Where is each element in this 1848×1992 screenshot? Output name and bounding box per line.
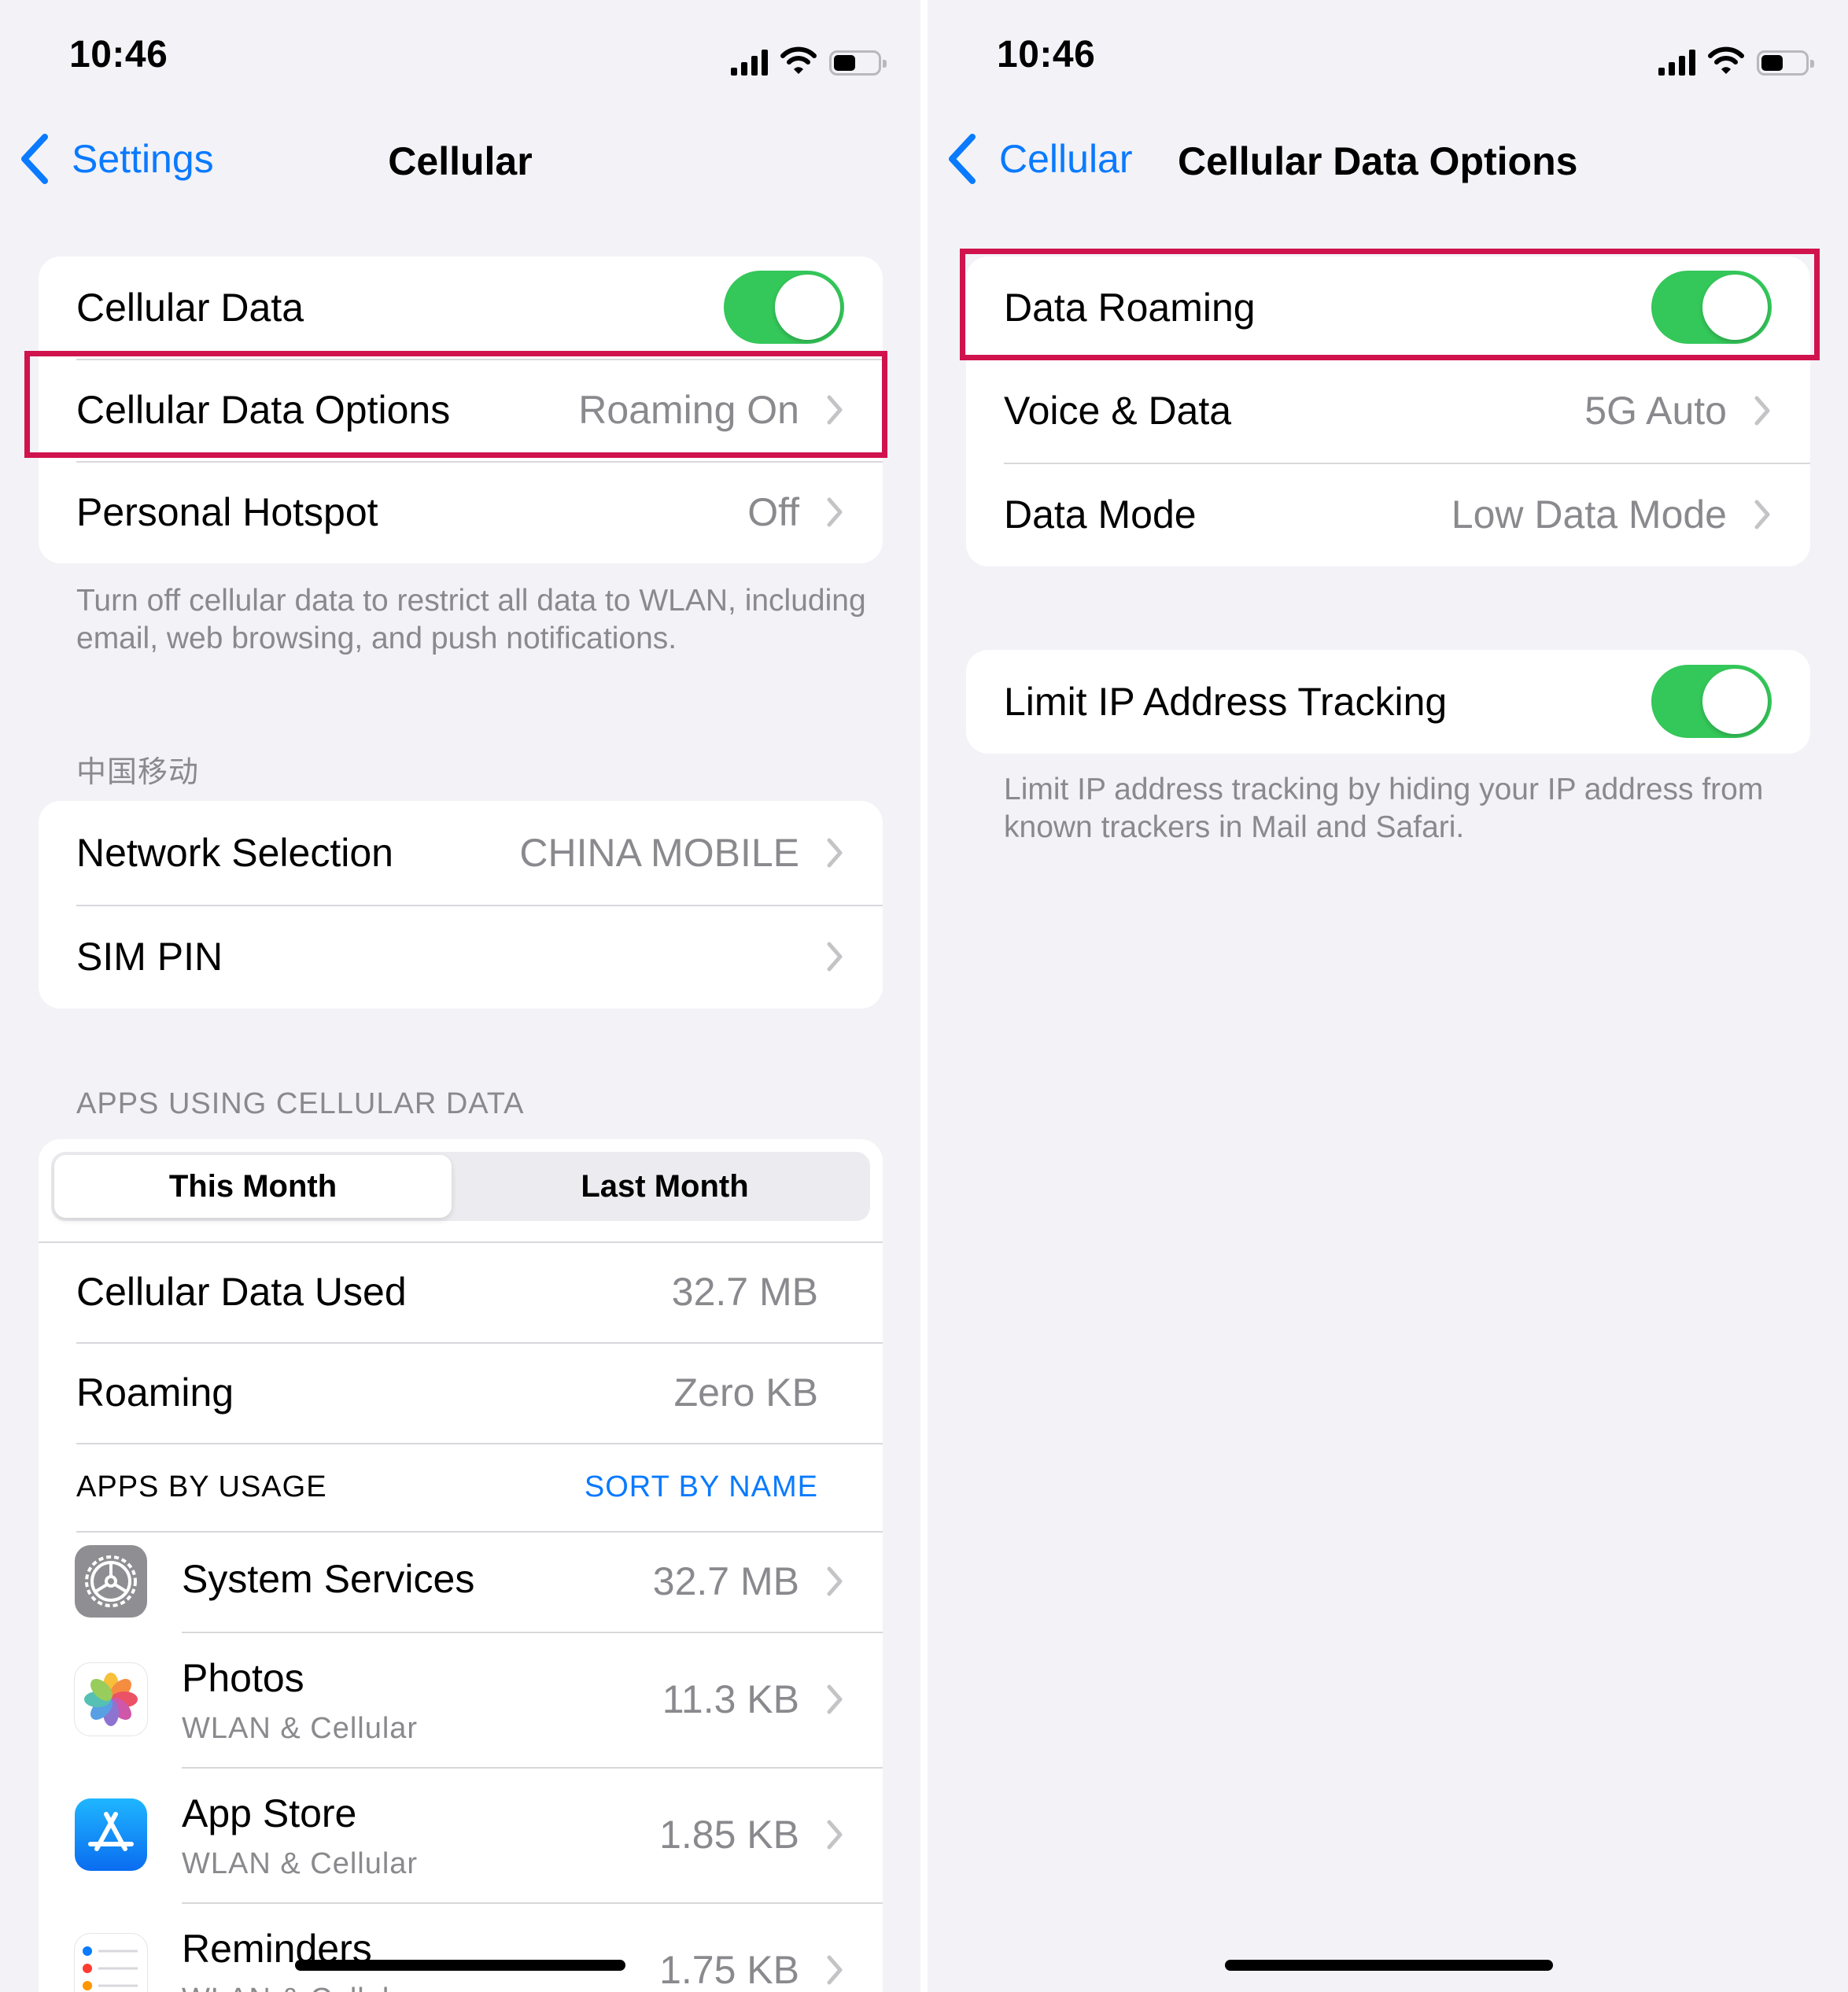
roaming-usage-row: Roaming Zero KB	[39, 1342, 883, 1443]
apps-by-usage-label: APPS BY USAGE	[76, 1470, 327, 1503]
chevron-right-icon	[827, 497, 843, 527]
back-button-cellular[interactable]: Cellular	[947, 134, 1133, 184]
month-segmented-control: This Month Last Month	[51, 1152, 870, 1221]
app-name: App Store	[182, 1791, 357, 1835]
status-time: 10:46	[997, 34, 1096, 76]
data-roaming-toggle[interactable]	[1651, 271, 1772, 344]
data-used-value: 32.7 MB	[671, 1270, 818, 1314]
network-group: Network Selection CHINA MOBILE SIM PIN	[39, 801, 883, 1009]
chevron-right-icon	[827, 1820, 843, 1850]
chevron-right-icon	[827, 1684, 843, 1714]
chevron-right-icon	[1754, 396, 1770, 426]
wifi-icon	[1708, 46, 1744, 74]
limit-ip-row: Limit IP Address Tracking	[966, 650, 1810, 754]
personal-hotspot-value: Off	[747, 490, 799, 534]
sort-by-name-button[interactable]: SORT BY NAME	[585, 1470, 818, 1504]
chevron-left-icon	[949, 134, 976, 184]
cellular-settings-screen: 10:46 Settings Cellular Cellular Data Ce…	[0, 0, 920, 1992]
cellular-data-used-row: Cellular Data Used 32.7 MB	[39, 1241, 883, 1342]
status-icons	[731, 42, 887, 76]
home-indicator[interactable]	[295, 1960, 625, 1971]
roaming-usage-label: Roaming	[76, 1370, 234, 1415]
app-usage-value: 32.7 MB	[652, 1559, 799, 1603]
data-options-group: Data Roaming Voice & Data 5G Auto Data M…	[966, 256, 1810, 566]
data-used-label: Cellular Data Used	[76, 1270, 407, 1314]
apps-using-cellular-header: APPS USING CELLULAR DATA	[76, 1087, 525, 1120]
cellular-signal-icon	[731, 49, 768, 76]
cellular-data-options-value: Roaming On	[578, 388, 799, 432]
privacy-group: Limit IP Address Tracking	[966, 650, 1810, 754]
network-selection-label: Network Selection	[76, 831, 393, 875]
chevron-right-icon	[1754, 500, 1770, 529]
network-selection-row[interactable]: Network Selection CHINA MOBILE	[39, 801, 883, 905]
reminders-icon	[75, 1934, 147, 1992]
chevron-right-icon	[827, 395, 843, 425]
chevron-right-icon	[827, 942, 843, 972]
cellular-data-options-label: Cellular Data Options	[76, 388, 451, 432]
apps-by-usage-row: APPS BY USAGE SORT BY NAME	[39, 1443, 883, 1531]
tab-this-month[interactable]: This Month	[54, 1155, 452, 1218]
battery-icon	[1757, 50, 1814, 76]
network-selection-value: CHINA MOBILE	[519, 831, 799, 875]
app-usage-value: 1.75 KB	[659, 1948, 799, 1992]
cellular-data-options-row[interactable]: Cellular Data Options Roaming On	[39, 359, 883, 461]
voice-data-row[interactable]: Voice & Data 5G Auto	[966, 359, 1810, 463]
cellular-signal-icon	[1658, 49, 1695, 76]
photos-icon	[75, 1663, 147, 1736]
app-name: System Services	[182, 1557, 475, 1601]
app-row-app-store[interactable]: App Store WLAN & Cellular 1.85 KB	[39, 1767, 883, 1902]
back-label: Cellular	[999, 137, 1133, 181]
app-usage-value: 1.85 KB	[659, 1813, 799, 1857]
chevron-right-icon	[827, 1566, 843, 1596]
chevron-right-icon	[827, 1955, 843, 1985]
chevron-right-icon	[827, 838, 843, 868]
cellular-data-row: Cellular Data	[39, 256, 883, 359]
limit-ip-toggle[interactable]	[1651, 665, 1772, 738]
carrier-header: 中国移动	[76, 756, 200, 789]
cellular-main-group: Cellular Data Cellular Data Options Roam…	[39, 256, 883, 563]
home-indicator[interactable]	[1225, 1960, 1553, 1971]
page-title: Cellular Data Options	[1178, 139, 1578, 183]
app-subtitle: WLAN & Cellular	[182, 1712, 419, 1745]
app-row-photos[interactable]: Photos WLAN & Cellular 11.3 KB	[39, 1632, 883, 1767]
gear-icon	[75, 1545, 147, 1618]
data-mode-value: Low Data Mode	[1451, 492, 1727, 537]
tab-last-month[interactable]: Last Month	[464, 1155, 865, 1218]
sim-pin-row[interactable]: SIM PIN	[39, 905, 883, 1009]
app-row-reminders[interactable]: Reminders WLAN & Cellular 1.75 KB	[39, 1902, 883, 1992]
app-usage-group: This Month Last Month Cellular Data Used…	[39, 1139, 883, 1992]
app-row-system-services[interactable]: System Services 32.7 MB	[39, 1531, 883, 1632]
personal-hotspot-label: Personal Hotspot	[76, 490, 378, 534]
cellular-data-label: Cellular Data	[76, 286, 304, 330]
data-roaming-row: Data Roaming	[966, 256, 1810, 359]
battery-icon	[829, 50, 887, 76]
page-title: Cellular	[388, 139, 533, 183]
data-mode-label: Data Mode	[1004, 492, 1197, 537]
app-name: Photos	[182, 1656, 304, 1700]
app-store-icon	[75, 1798, 147, 1871]
wifi-icon	[780, 46, 817, 74]
cellular-data-options-screen: 10:46 Cellular Cellular Data Options Dat…	[928, 0, 1848, 1992]
app-subtitle: WLAN & Cellular	[182, 1847, 419, 1880]
sim-pin-label: SIM PIN	[76, 935, 223, 979]
app-usage-value: 11.3 KB	[662, 1677, 799, 1721]
data-roaming-label: Data Roaming	[1004, 286, 1256, 330]
status-time: 10:46	[69, 34, 168, 76]
data-mode-row[interactable]: Data Mode Low Data Mode	[966, 463, 1810, 566]
cellular-data-toggle[interactable]	[724, 271, 844, 344]
limit-ip-footer: Limit IP address tracking by hiding your…	[1004, 773, 1764, 844]
voice-data-value: 5G Auto	[1584, 389, 1727, 433]
roaming-usage-value: Zero KB	[673, 1370, 818, 1415]
status-icons	[1658, 42, 1814, 76]
cellular-data-footer: Turn off cellular data to restrict all d…	[76, 584, 866, 655]
app-subtitle: WLAN & Cellular	[182, 1983, 418, 1992]
limit-ip-label: Limit IP Address Tracking	[1004, 680, 1448, 724]
personal-hotspot-row[interactable]: Personal Hotspot Off	[39, 461, 883, 563]
voice-data-label: Voice & Data	[1004, 389, 1232, 433]
